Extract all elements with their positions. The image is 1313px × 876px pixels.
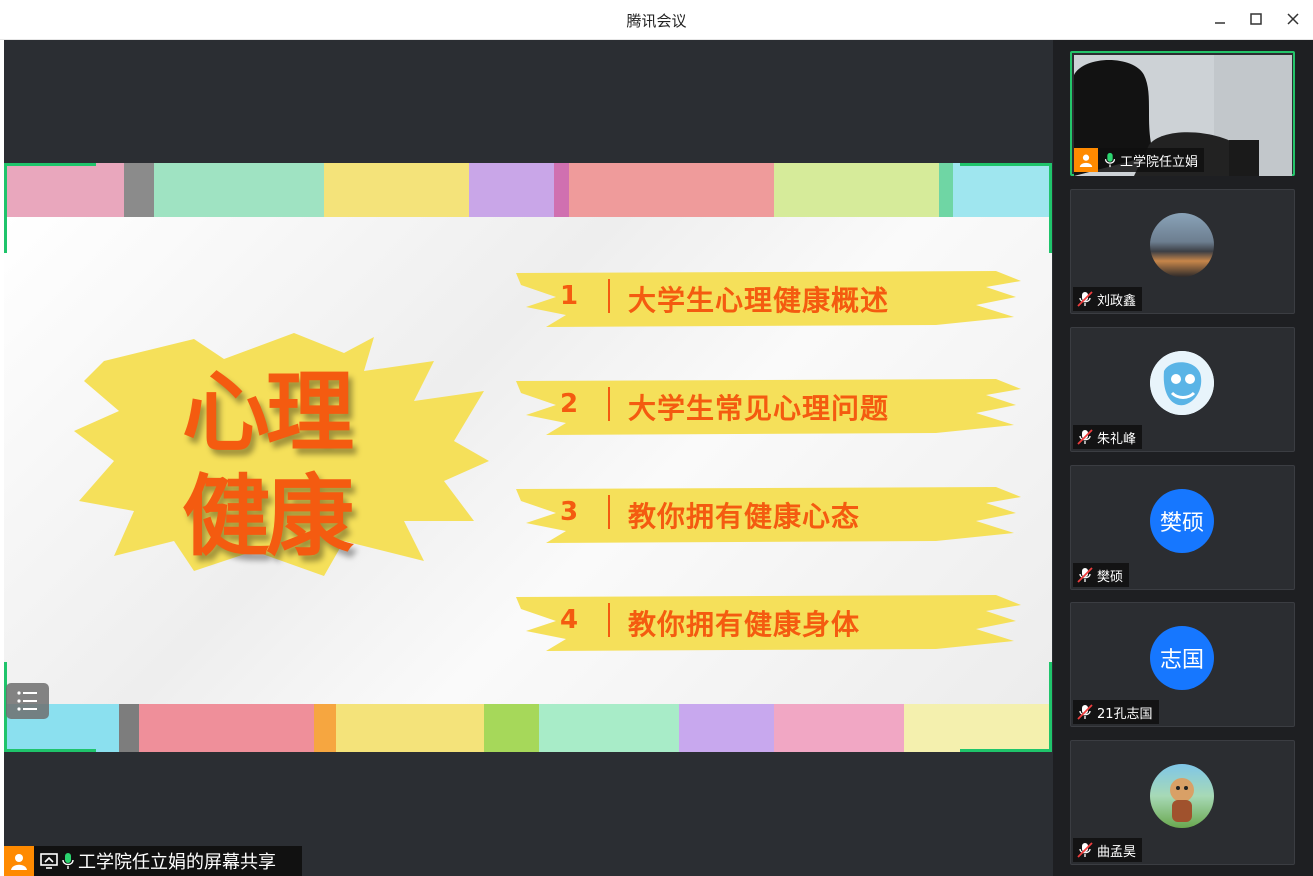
agenda-text: 教你拥有健康身体 — [628, 608, 861, 641]
microphone-icon — [62, 853, 74, 869]
microphone-muted-icon — [1077, 291, 1093, 307]
agenda-item: 2 大学生常见心理问题 — [516, 375, 1026, 437]
agenda-item: 1 大学生心理健康概述 — [516, 267, 1026, 329]
microphone-muted-icon — [1077, 842, 1093, 858]
slide-bottom-color-strip — [4, 704, 1052, 752]
participant-name: 21孔志国 — [1097, 706, 1153, 722]
agenda-divider — [608, 279, 610, 313]
participant-name: 朱礼峰 — [1097, 431, 1137, 447]
screen-share-icon — [40, 853, 58, 869]
agenda-divider — [608, 495, 610, 529]
agenda-number: 4 — [560, 605, 579, 635]
agenda-number: 3 — [560, 497, 579, 527]
participant-namebar: 21孔志国 — [1073, 700, 1159, 724]
agenda-text: 大学生心理健康概述 — [628, 284, 890, 317]
minimize-button[interactable] — [1207, 8, 1233, 34]
agenda-text: 教你拥有健康心态 — [628, 500, 861, 533]
window-title: 腾讯会议 — [626, 12, 687, 30]
focus-corner — [4, 163, 96, 253]
agenda-text: 大学生常见心理问题 — [628, 392, 890, 425]
avatar: 樊硕 — [1150, 489, 1214, 553]
focus-corner — [960, 662, 1052, 752]
agenda-number: 1 — [560, 281, 579, 311]
participant-tile[interactable]: 曲孟昊 — [1070, 740, 1295, 865]
window-titlebar: 腾讯会议 — [0, 0, 1313, 40]
screen-share-label: 工学院任立娟的屏幕共享 — [78, 852, 276, 873]
participant-tile[interactable]: 樊硕 樊硕 — [1070, 465, 1295, 590]
minimize-icon — [1215, 22, 1225, 24]
participant-name: 曲孟昊 — [1097, 844, 1137, 860]
maximize-icon — [1250, 13, 1262, 25]
participant-sidebar: 工学院任立娟 刘政鑫 朱礼峰 樊硕 樊硕 志国 21孔志国 曲孟昊 — [1053, 40, 1313, 876]
participant-namebar: 朱礼峰 — [1073, 425, 1143, 449]
agenda-item: 4 教你拥有健康身体 — [516, 591, 1026, 653]
slide-title-line2: 健康 — [182, 465, 354, 568]
microphone-muted-icon — [1077, 704, 1093, 720]
participant-namebar: 刘政鑫 — [1073, 287, 1143, 311]
agenda-item: 3 教你拥有健康心态 — [516, 483, 1026, 545]
slide-top-color-strip — [4, 163, 1052, 217]
screen-share-status: 工学院任立娟的屏幕共享 — [4, 846, 302, 876]
participant-tile[interactable]: 志国 21孔志国 — [1070, 602, 1295, 727]
close-button[interactable] — [1280, 8, 1306, 34]
avatar — [1150, 213, 1214, 277]
participant-name: 刘政鑫 — [1097, 293, 1137, 309]
participant-tile[interactable]: 朱礼峰 — [1070, 327, 1295, 452]
participant-namebar: 曲孟昊 — [1073, 838, 1143, 862]
focus-corner — [960, 163, 1052, 253]
list-menu-button[interactable] — [6, 683, 49, 719]
microphone-muted-icon — [1077, 429, 1093, 445]
participant-tile[interactable]: 工学院任立娟 — [1070, 51, 1295, 176]
maximize-button[interactable] — [1243, 8, 1269, 34]
microphone-icon — [1104, 152, 1116, 168]
agenda-number: 2 — [560, 389, 579, 419]
close-icon — [1287, 13, 1299, 25]
participant-name: 樊硕 — [1097, 569, 1124, 585]
participant-namebar: 工学院任立娟 — [1074, 148, 1205, 172]
presentation-slide: 心理 健康 1 大学生心理健康概述 2 大学生常见心理问题 3 教你拥有健康心态… — [4, 163, 1052, 752]
avatar — [1150, 351, 1214, 415]
participant-tile[interactable]: 刘政鑫 — [1070, 189, 1295, 314]
participant-name: 工学院任立娟 — [1120, 154, 1199, 170]
user-icon — [4, 846, 34, 876]
slide-title-line1: 心理 — [182, 361, 354, 464]
avatar: 志国 — [1150, 626, 1214, 690]
list-icon — [17, 691, 37, 711]
microphone-muted-icon — [1077, 567, 1093, 583]
agenda-divider — [608, 603, 610, 637]
agenda-divider — [608, 387, 610, 421]
participant-namebar: 樊硕 — [1073, 563, 1130, 587]
avatar — [1150, 764, 1214, 828]
user-icon — [1074, 148, 1098, 172]
